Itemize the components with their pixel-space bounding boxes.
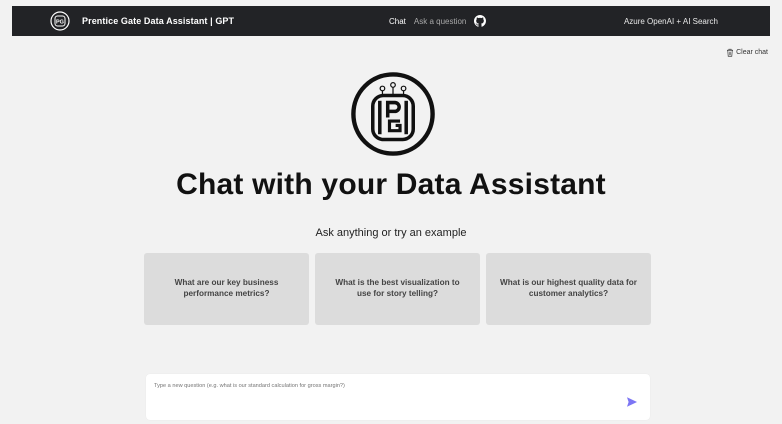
app-title: Prentice Gate Data Assistant | GPT: [82, 16, 235, 26]
example-prompts: What are our key business performance me…: [144, 253, 651, 325]
clear-chat-button[interactable]: Clear chat: [726, 48, 768, 57]
svg-text:PG: PG: [56, 20, 64, 26]
hero-title: Chat with your Data Assistant: [176, 168, 606, 201]
hero-subtitle: Ask anything or try an example: [315, 227, 467, 239]
send-icon[interactable]: [626, 396, 638, 408]
clear-chat-label: Clear chat: [736, 49, 768, 56]
question-composer: [146, 374, 650, 420]
example-prompt-card[interactable]: What are our key business performance me…: [144, 253, 309, 325]
trash-icon: [727, 48, 734, 57]
github-icon[interactable]: [474, 15, 487, 27]
question-input[interactable]: [154, 383, 594, 389]
top-bar: PG Prentice Gate Data Assistant | GPT Ch…: [12, 6, 770, 36]
nav-chat-link[interactable]: Chat: [389, 17, 406, 26]
hero-logo: [349, 70, 437, 158]
pg-logo-icon: [351, 72, 435, 156]
main-nav: Chat Ask a question: [389, 6, 487, 36]
example-prompt-card[interactable]: What is our highest quality data for cus…: [486, 253, 651, 325]
backend-label: Azure OpenAI + AI Search: [623, 16, 718, 26]
nav-ask-question-link[interactable]: Ask a question: [414, 17, 466, 26]
pg-logo-icon: PG: [50, 11, 70, 31]
example-prompt-card[interactable]: What is the best visualization to use fo…: [315, 253, 480, 325]
brand[interactable]: PG Prentice Gate Data Assistant | GPT: [50, 11, 234, 31]
